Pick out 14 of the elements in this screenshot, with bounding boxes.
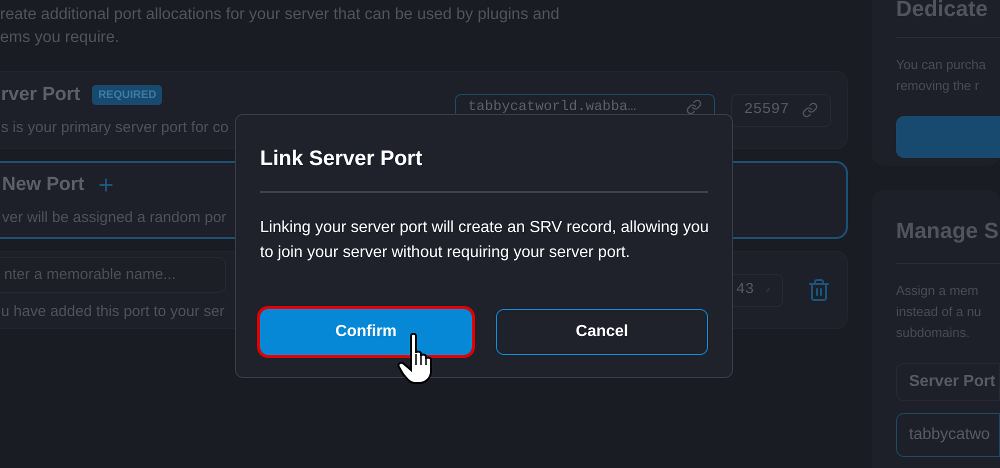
trash-icon[interactable] [807,278,831,302]
port-field[interactable]: 25597 [731,94,831,126]
dialog-title: Link Server Port [260,146,424,172]
link-icon[interactable] [686,99,702,115]
intro-text: reate additional port allocations for your server that can be used by plugins and [0,5,560,25]
port-title: rver Port [1,82,80,106]
cancel-button[interactable]: Cancel [496,309,708,355]
intro-text: ems you require. [0,28,120,48]
server-port-label: Server Port [896,363,1000,401]
subdomain-field[interactable]: tabbycatwo [896,413,1000,457]
link-icon[interactable] [802,102,818,118]
dialog-message: Linking your server port will create an SRV record, allowing you to join your server without requiring your server port. [260,218,710,262]
port-title: New Port [2,172,84,196]
confirm-button[interactable]: Confirm [260,309,472,355]
